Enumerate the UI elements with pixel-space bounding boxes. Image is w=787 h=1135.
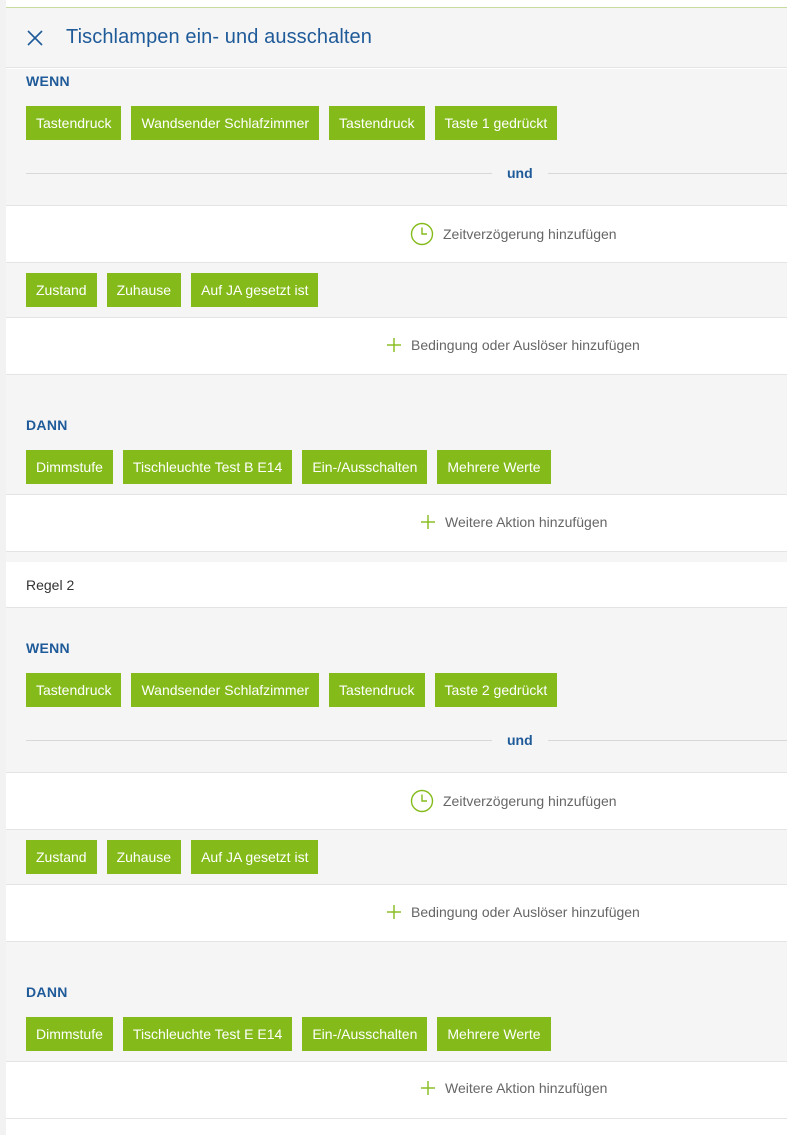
und-separator: und [26,163,787,183]
trigger-chip-event[interactable]: Tastendruck [329,673,425,707]
action-chip-device[interactable]: Tischleuchte Test B E14 [122,450,293,484]
clock-icon [410,222,434,246]
condition-chip-subject[interactable]: Zuhause [106,840,182,874]
rule-2-action-chips: Dimmstufe Tischleuchte Test E E14 Ein-/A… [26,1017,551,1051]
delay-row [6,206,787,262]
add-delay-button[interactable]: Zeitverzögerung hinzufügen [410,222,617,246]
add-action-button[interactable]: Weitere Aktion hinzufügen [420,514,607,530]
plus-icon [421,515,435,529]
rule-2-trigger-chips: Tastendruck Wandsender Schlafzimmer Tast… [26,673,558,707]
plus-icon [387,905,401,919]
trigger-chip-event[interactable]: Tastendruck [329,106,425,140]
action-chip-device[interactable]: Tischleuchte Test E E14 [122,1017,293,1051]
rule-2-condition-chips: Zustand Zuhause Auf JA gesetzt ist [26,840,319,874]
add-condition-label: Bedingung oder Auslöser hinzufügen [411,904,640,920]
condition-chip-value[interactable]: Auf JA gesetzt ist [191,840,319,874]
add-action-label: Weitere Aktion hinzufügen [445,1080,608,1096]
action-chip-property[interactable]: Ein-/Ausschalten [302,1017,428,1051]
wenn-label: WENN [26,640,70,656]
condition-chip-type[interactable]: Zustand [26,273,97,307]
action-chip-type[interactable]: Dimmstufe [26,450,113,484]
close-button[interactable] [20,23,50,53]
trigger-chip-value[interactable]: Taste 2 gedrückt [434,673,558,707]
trigger-chip-device[interactable]: Wandsender Schlafzimmer [131,106,320,140]
add-condition-button[interactable]: Bedingung oder Auslöser hinzufügen [386,904,640,920]
add-condition-label: Bedingung oder Auslöser hinzufügen [411,337,640,353]
add-action-button[interactable]: Weitere Aktion hinzufügen [420,1080,607,1096]
plus-icon [387,338,401,352]
rule-1-condition-chips: Zustand Zuhause Auf JA gesetzt ist [26,273,319,307]
und-label: und [507,165,533,181]
page-title: Tischlampen ein- und ausschalten [66,26,372,48]
trigger-chip-type[interactable]: Tastendruck [26,106,122,140]
close-icon [27,29,43,46]
rule-1-action-chips: Dimmstufe Tischleuchte Test B E14 Ein-/A… [26,450,551,484]
add-action-row [6,1062,787,1118]
wenn-label: WENN [26,73,70,89]
add-delay-button[interactable]: Zeitverzögerung hinzufügen [410,789,617,813]
add-delay-label: Zeitverzögerung hinzufügen [443,226,617,242]
action-chip-property[interactable]: Ein-/Ausschalten [302,450,428,484]
dann-label: DANN [26,984,68,1000]
condition-chip-subject[interactable]: Zuhause [106,273,182,307]
condition-chip-type[interactable]: Zustand [26,840,97,874]
dialog-header: Tischlampen ein- und ausschalten [6,8,787,68]
und-separator: und [26,730,787,750]
add-action-label: Weitere Aktion hinzufügen [445,514,608,530]
clock-icon [410,789,434,813]
rule-2-header [6,562,787,607]
rule-1-trigger-chips: Tastendruck Wandsender Schlafzimmer Tast… [26,106,558,140]
action-chip-value[interactable]: Mehrere Werte [437,450,551,484]
add-action-row [6,495,787,551]
action-chip-value[interactable]: Mehrere Werte [437,1017,551,1051]
delay-row [6,773,787,829]
trigger-chip-device[interactable]: Wandsender Schlafzimmer [131,673,320,707]
rule-2-title: Regel 2 [26,577,75,593]
action-chip-type[interactable]: Dimmstufe [26,1017,113,1051]
trigger-chip-value[interactable]: Taste 1 gedrückt [434,106,558,140]
add-condition-button[interactable]: Bedingung oder Auslöser hinzufügen [386,337,640,353]
rule-divider [6,552,787,562]
dann-label: DANN [26,417,68,433]
trigger-chip-type[interactable]: Tastendruck [26,673,122,707]
condition-chip-value[interactable]: Auf JA gesetzt ist [191,273,319,307]
add-delay-label: Zeitverzögerung hinzufügen [443,793,617,809]
und-label: und [507,732,533,748]
plus-icon [421,1081,435,1095]
